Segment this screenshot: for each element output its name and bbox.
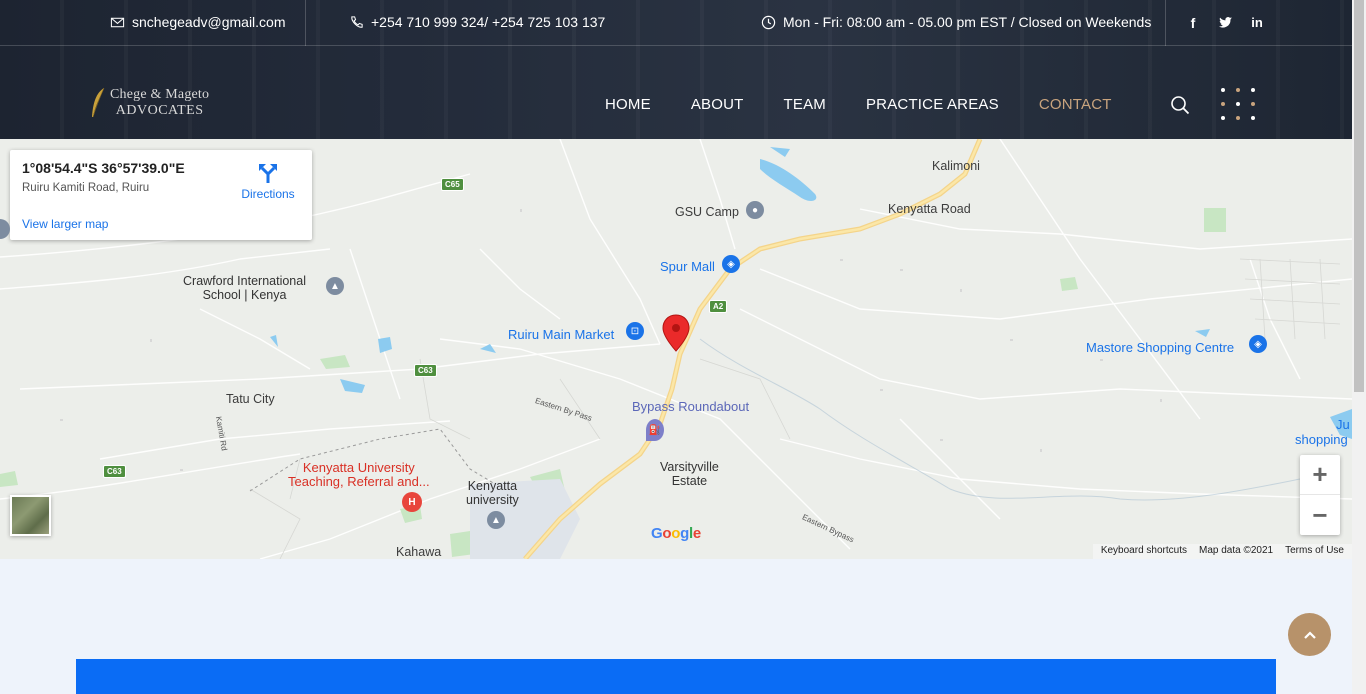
envelope-icon (110, 17, 125, 27)
hospital-icon[interactable]: H (402, 492, 422, 512)
shopping-bag-icon[interactable]: ◈ (722, 255, 740, 273)
logo-letter: G (651, 525, 663, 542)
email-text: snchegeadv@gmail.com (132, 14, 286, 30)
place-label-line: Ju (1336, 417, 1350, 432)
place-label: Kalimoni (932, 159, 980, 173)
place-label: Tatu City (226, 392, 275, 406)
place-label-line: university (466, 493, 519, 507)
zoom-out-button[interactable]: − (1300, 495, 1340, 535)
road-shield: C65 (441, 178, 464, 191)
place-label: Kenyatta university (466, 479, 519, 507)
logo-line2: ADVOCATES (115, 103, 204, 118)
satellite-toggle[interactable] (10, 495, 51, 536)
logo-letter: g (680, 525, 689, 542)
logo-letter: o (662, 525, 672, 542)
logo-letter: e (692, 525, 701, 542)
topbar-divider (305, 0, 306, 46)
place-label: Kenyatta Road (888, 202, 971, 216)
location-marker-icon[interactable] (662, 314, 690, 352)
place-label: Spur Mall (660, 259, 715, 274)
google-logo: Google (651, 525, 701, 542)
hours-text: Mon - Fri: 08:00 am - 05.00 pm EST / Clo… (783, 14, 1152, 30)
back-to-top-button[interactable] (1288, 613, 1331, 656)
shopping-bag-icon[interactable]: ◈ (1249, 335, 1267, 353)
site-logo[interactable]: Chege & Mageto ADVOCATES (90, 87, 209, 119)
nav-about[interactable]: ABOUT (691, 96, 744, 113)
directions-button[interactable]: Directions (238, 162, 298, 201)
place-label: Mastore Shopping Centre (1086, 340, 1235, 355)
place-label-line: Kenyatta (467, 479, 518, 493)
school-icon[interactable]: ▲ (487, 511, 505, 529)
place-label: Kenyatta University Teaching, Referral a… (288, 461, 430, 489)
google-map[interactable]: Kalimoni GSU Camp ● Kenyatta Road Spur M… (0, 139, 1352, 559)
social-links: f in (1186, 15, 1264, 33)
place-label: shopping (1295, 432, 1348, 447)
scrollbar-thumb[interactable] (1354, 0, 1364, 392)
place-pin-icon[interactable]: ● (746, 201, 764, 219)
place-label-line: School | Kenya (202, 288, 287, 302)
logo-line1: Chege & Mageto (110, 87, 210, 102)
linkedin-icon[interactable]: in (1250, 15, 1264, 33)
place-label-line: Estate (671, 474, 708, 488)
place-label: Bypass Roundabout (632, 399, 750, 414)
directions-label: Directions (241, 187, 295, 201)
nav-contact[interactable]: CONTACT (1039, 96, 1112, 113)
view-larger-map-link[interactable]: View larger map (22, 217, 108, 231)
main-nav: HOME ABOUT TEAM PRACTICE AREAS CONTACT (605, 96, 1152, 113)
place-label-line: Varsityville (660, 460, 719, 474)
map-info-card: 1°08'54.4"S 36°57'39.0"E Ruiru Kamiti Ro… (10, 150, 312, 240)
place-label: Varsityville Estate (660, 460, 719, 488)
zoom-in-button[interactable]: + (1300, 455, 1340, 495)
place-label: Ruiru Main Market (508, 327, 615, 342)
page-scrollbar[interactable] (1352, 0, 1366, 694)
nav-team[interactable]: TEAM (784, 96, 826, 113)
map-attribution: Keyboard shortcuts Map data ©2021 Terms … (1092, 544, 1352, 559)
clock-icon (761, 15, 776, 29)
place-label: Ju (1336, 418, 1350, 432)
road-shield: C63 (103, 465, 126, 478)
address-text: Ruiru Kamiti Road, Ruiru (22, 182, 150, 194)
place-label-line: Crawford International (183, 274, 306, 288)
zoom-control: + − (1300, 455, 1340, 535)
search-icon[interactable] (1170, 95, 1190, 115)
twitter-icon[interactable] (1218, 15, 1233, 33)
facebook-icon[interactable]: f (1186, 15, 1200, 33)
place-label-line: Kenyatta University (302, 460, 415, 475)
phone-contact[interactable]: +254 710 999 324/ +254 725 103 137 (349, 14, 605, 30)
coordinates-text: 1°08'54.4"S 36°57'39.0"E (22, 160, 185, 176)
keyboard-shortcuts-link[interactable]: Keyboard shortcuts (1101, 545, 1187, 558)
topbar-divider (1165, 0, 1166, 46)
office-hours: Mon - Fri: 08:00 am - 05.00 pm EST / Clo… (761, 14, 1151, 30)
school-icon[interactable]: ▲ (326, 277, 344, 295)
nav-practice-areas[interactable]: PRACTICE AREAS (866, 96, 999, 113)
directions-icon (259, 164, 277, 183)
chevron-up-icon (1303, 630, 1316, 639)
place-label: Kahawa (396, 545, 442, 559)
fuel-station-icon[interactable]: ⛽ (646, 419, 664, 441)
phone-text: +254 710 999 324/ +254 725 103 137 (371, 14, 606, 30)
terms-link[interactable]: Terms of Use (1285, 545, 1344, 558)
site-header: snchegeadv@gmail.com +254 710 999 324/ +… (0, 0, 1352, 139)
shopping-cart-icon[interactable]: ⊡ (626, 322, 644, 340)
phone-icon (351, 15, 363, 28)
nav-home[interactable]: HOME (605, 96, 651, 113)
road-shield: A2 (709, 300, 728, 313)
logo-letter: o (671, 525, 681, 542)
email-contact[interactable]: snchegeadv@gmail.com (110, 14, 286, 30)
menu-dots-icon[interactable] (1220, 88, 1256, 122)
place-label-line: Teaching, Referral and... (288, 474, 430, 489)
place-label: GSU Camp (675, 205, 739, 219)
map-data-text: Map data ©2021 (1199, 545, 1274, 556)
logo-text: Chege & Mageto ADVOCATES (110, 87, 209, 119)
top-bar: snchegeadv@gmail.com +254 710 999 324/ +… (0, 0, 1352, 46)
place-label: Crawford International School | Kenya (183, 274, 306, 302)
content-banner (76, 659, 1276, 694)
quill-icon (92, 87, 105, 118)
road-shield: C63 (414, 364, 437, 377)
